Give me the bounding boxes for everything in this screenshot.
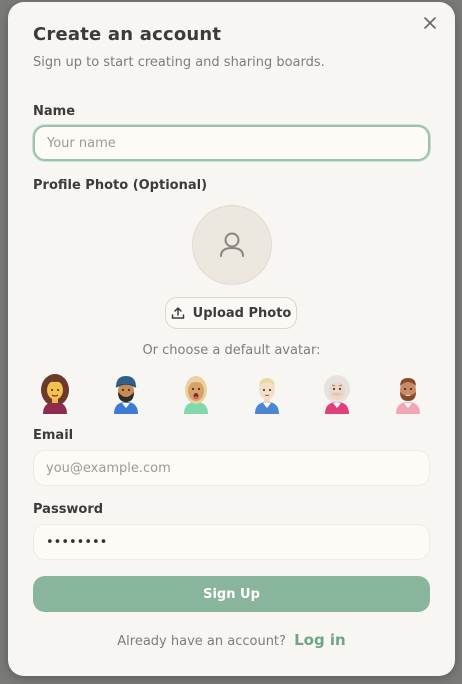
default-avatar-prompt: Or choose a default avatar:	[142, 343, 321, 358]
profile-photo-placeholder	[192, 205, 272, 285]
sign-up-button[interactable]: Sign Up	[33, 576, 430, 612]
avatar-5[interactable]	[315, 370, 359, 414]
password-label: Password	[33, 502, 104, 517]
dialog-subtitle: Sign up to start creating and sharing bo…	[33, 55, 325, 70]
profile-photo-label: Profile Photo (Optional)	[33, 178, 208, 193]
close-icon[interactable]	[421, 16, 439, 34]
email-input[interactable]	[33, 450, 430, 486]
avatar-6[interactable]	[386, 370, 430, 414]
user-icon	[220, 232, 244, 257]
avatar-4[interactable]	[245, 370, 289, 414]
upload-icon	[171, 307, 184, 319]
login-prompt: Already have an account? Log in	[8, 631, 455, 649]
password-input[interactable]	[33, 524, 430, 560]
name-input[interactable]	[33, 125, 430, 161]
default-avatar-list	[33, 370, 430, 414]
email-label: Email	[33, 428, 74, 443]
upload-photo-label: Upload Photo	[192, 305, 292, 321]
name-label: Name	[33, 104, 76, 119]
upload-photo-button[interactable]: Upload Photo	[165, 297, 297, 329]
log-in-link[interactable]: Log in	[294, 631, 346, 649]
dialog-title: Create an account	[33, 24, 222, 45]
signup-dialog: Create an account Sign up to start creat…	[8, 2, 455, 676]
avatar-1[interactable]	[33, 370, 77, 414]
avatar-2[interactable]	[104, 370, 148, 414]
login-prompt-text: Already have an account?	[117, 634, 286, 649]
avatar-3[interactable]	[174, 370, 218, 414]
